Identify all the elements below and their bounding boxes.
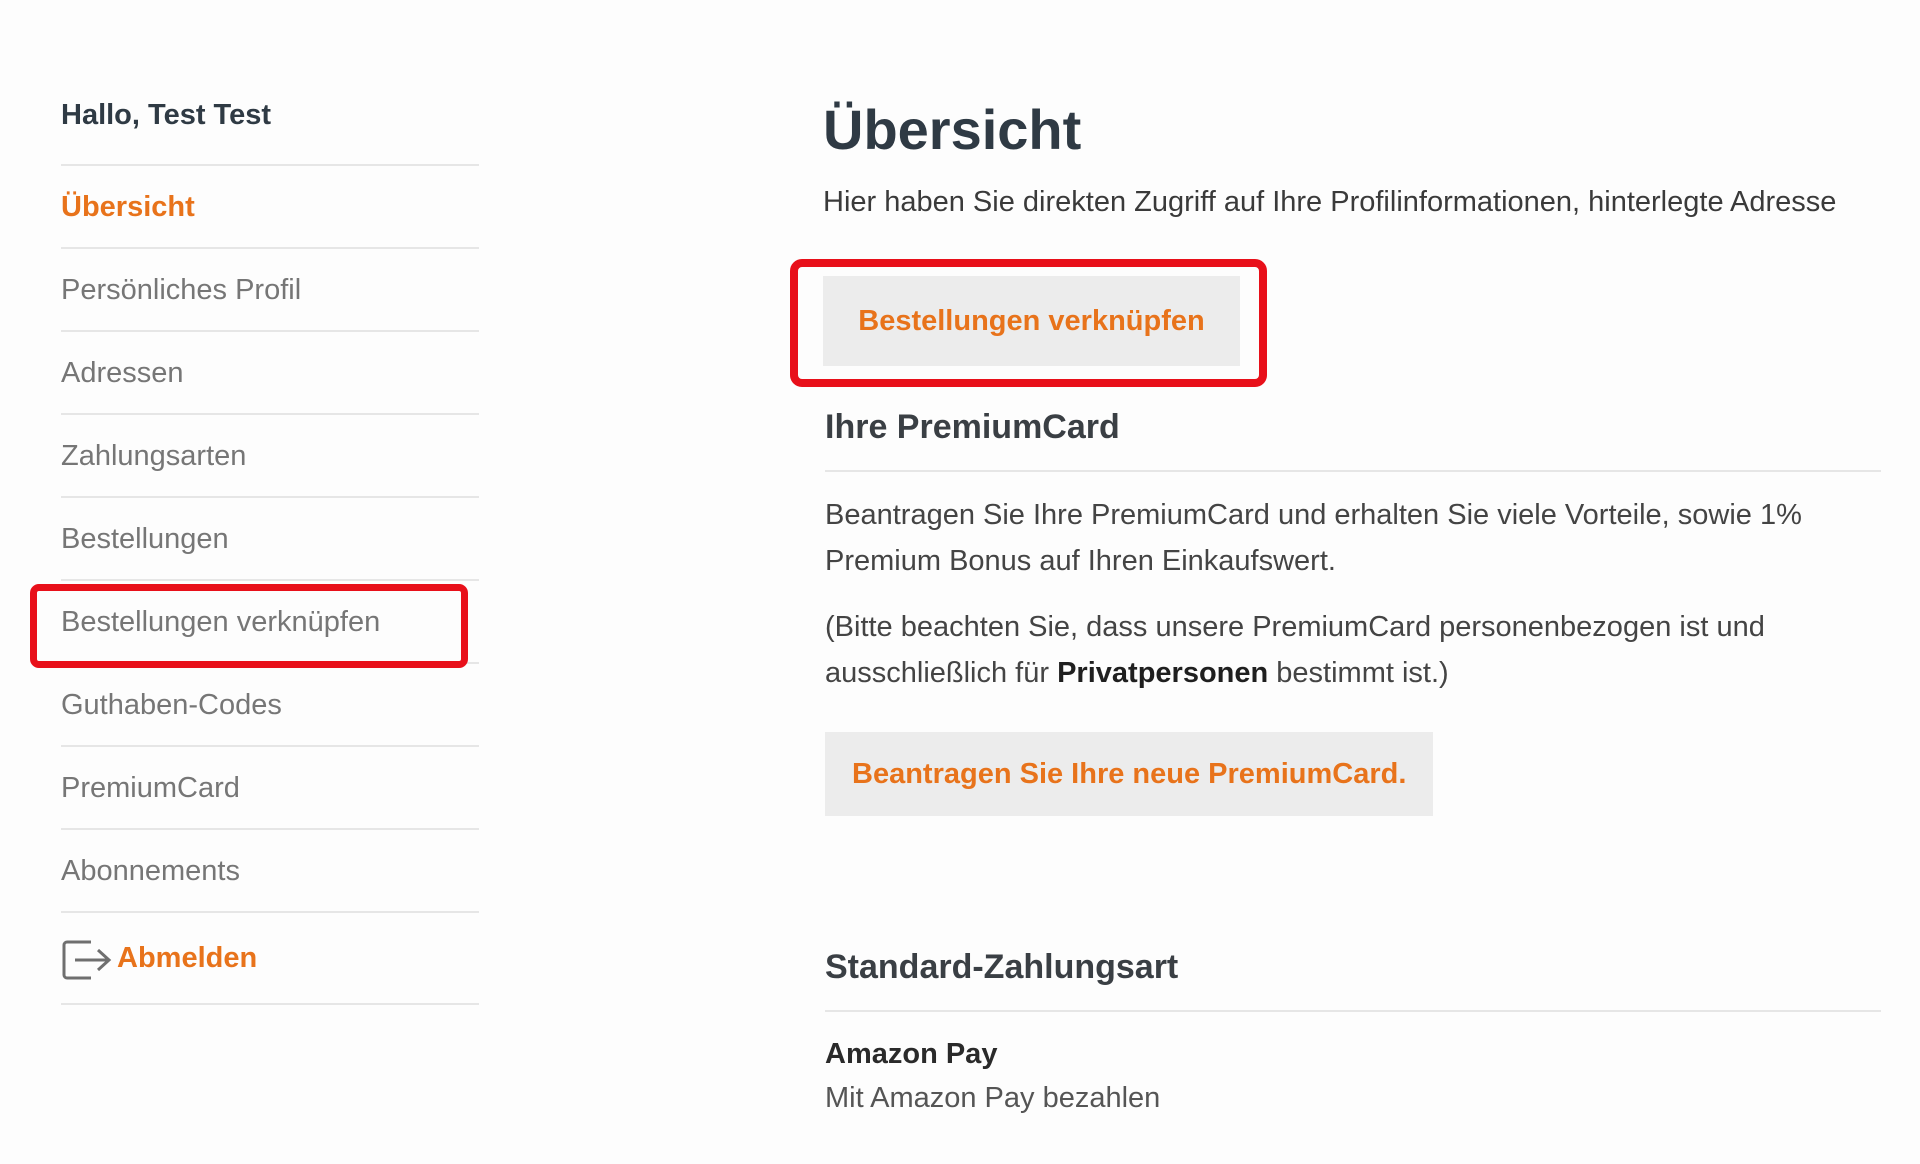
sidebar-item-premiumcard[interactable]: PremiumCard [61,747,479,830]
sidebar-item-overview[interactable]: Übersicht [61,166,479,249]
page-title: Übersicht [823,98,1082,161]
sidebar-item-credit-codes[interactable]: Guthaben-Codes [61,664,479,747]
main-content: Übersicht Hier haben Sie direkten Zugrif… [790,90,1883,1114]
logout-button[interactable]: Abmelden [61,913,479,1005]
sidebar-item-personal-profile[interactable]: Persönliches Profil [61,249,479,332]
sidebar-item-addresses[interactable]: Adressen [61,332,479,415]
intro-text: Hier haben Sie direkten Zugriff auf Ihre… [823,186,1837,218]
logout-label: Abmelden [117,941,258,974]
sidebar-item-orders[interactable]: Bestellungen [61,498,479,581]
payment-method-description: Mit Amazon Pay bezahlen [825,1082,1161,1114]
premiumcard-description: Beantragen Sie Ihre PremiumCard und erha… [825,499,1802,577]
premiumcard-section: Ihre PremiumCard Beantragen Sie Ihre Pre… [825,408,1881,816]
sidebar-item-link-orders[interactable]: Bestellungen verknüpfen [61,581,479,664]
payment-method-name: Amazon Pay [825,1038,998,1070]
account-overview-page: Hallo, Test Test Übersicht Persönliches … [0,0,1920,1164]
premiumcard-note-bold: Privatpersonen [1057,657,1269,689]
sidebar-item-payment-methods[interactable]: Zahlungsarten [61,415,479,498]
logout-icon [61,934,115,982]
greeting: Hallo, Test Test [61,86,479,166]
premiumcard-note-end: bestimmt ist.) [1268,657,1449,689]
premiumcard-title: Ihre PremiumCard [825,408,1881,472]
account-sidebar: Hallo, Test Test Übersicht Persönliches … [61,86,479,1005]
sidebar-item-subscriptions[interactable]: Abonnements [61,830,479,913]
apply-premiumcard-button[interactable]: Beantragen Sie Ihre neue PremiumCard. [825,732,1434,816]
default-payment-section: Standard-Zahlungsart Amazon Pay Mit Amaz… [825,948,1881,1120]
link-orders-button[interactable]: Bestellungen verknüpfen [823,276,1240,366]
default-payment-title: Standard-Zahlungsart [825,948,1881,1012]
premiumcard-note: (Bitte beachten Sie, dass unsere Premium… [825,604,1881,696]
